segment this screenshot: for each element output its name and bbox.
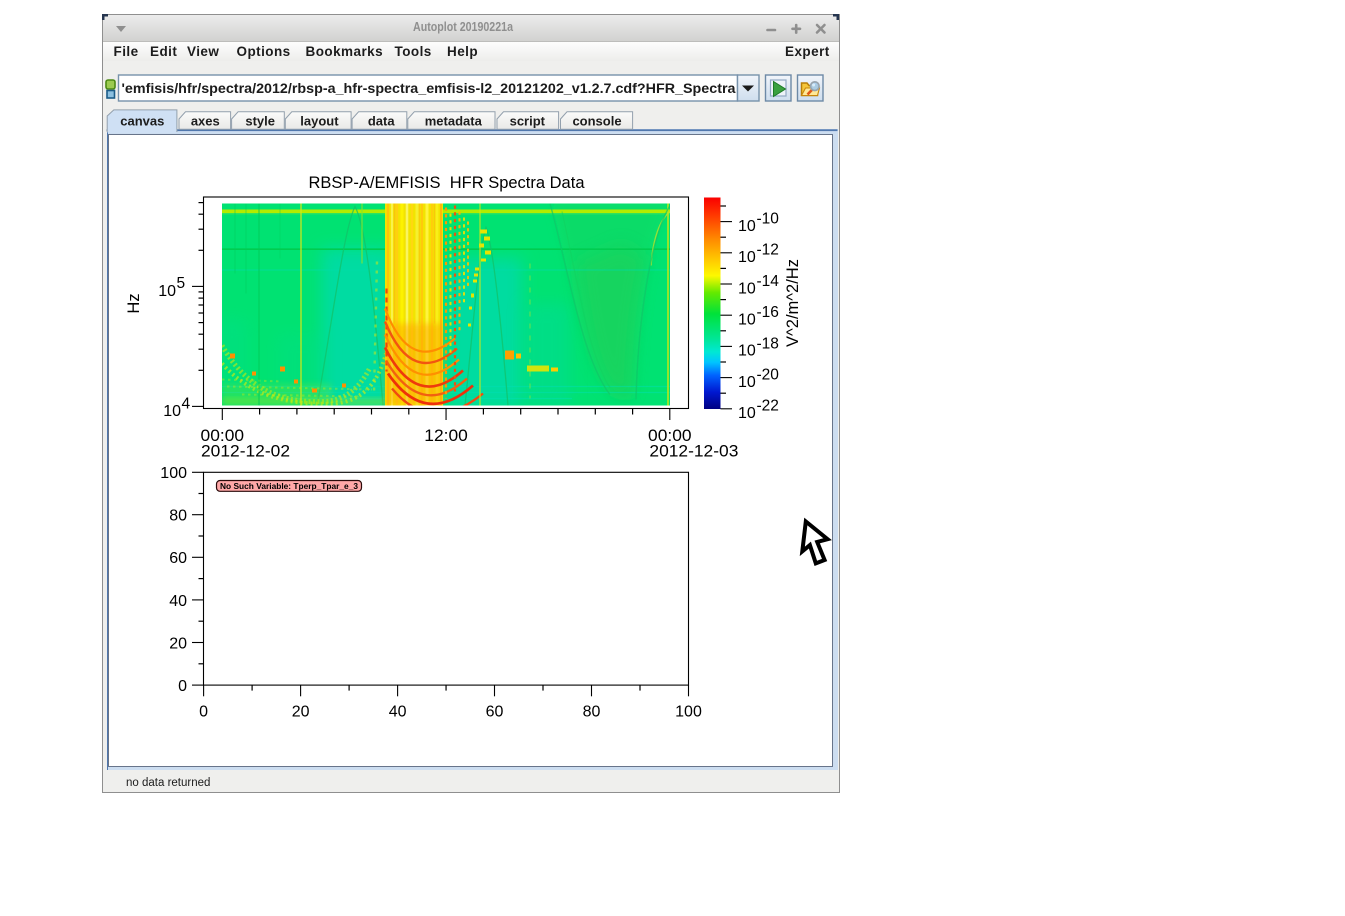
svg-text:5: 5 — [177, 275, 186, 292]
svg-text:-14: -14 — [757, 273, 780, 290]
svg-text:style: style — [245, 114, 275, 129]
svg-text:Hz: Hz — [125, 293, 143, 313]
svg-text:0: 0 — [199, 704, 208, 721]
svg-text:80: 80 — [583, 704, 601, 721]
svg-text:10: 10 — [738, 343, 756, 360]
svg-text:No Such Variable: Tperp_Tpar_e: No Such Variable: Tperp_Tpar_e_3 — [220, 481, 358, 491]
svg-text:-10: -10 — [757, 211, 780, 228]
svg-text:10: 10 — [158, 283, 176, 300]
svg-text:-12: -12 — [757, 242, 779, 259]
svg-text:script: script — [510, 114, 546, 129]
svg-text:2012-12-03: 2012-12-03 — [649, 442, 738, 461]
svg-text:10: 10 — [738, 405, 756, 422]
svg-text:Autoplot 20190221a: Autoplot 20190221a — [413, 20, 514, 34]
svg-text:layout: layout — [300, 114, 339, 129]
svg-text:'emfisis/hfr/spectra/2012/rbsp: 'emfisis/hfr/spectra/2012/rbsp-a_hfr-spe… — [122, 81, 737, 96]
svg-text:10: 10 — [738, 249, 756, 266]
svg-text:100: 100 — [675, 704, 702, 721]
svg-text:20: 20 — [292, 704, 310, 721]
svg-text:10: 10 — [738, 374, 756, 391]
svg-text:console: console — [572, 114, 621, 129]
svg-text:-18: -18 — [757, 335, 779, 352]
svg-text:RBSP-A/EMFISIS HFR Spectra Da: RBSP-A/EMFISIS HFR Spectra Data — [309, 173, 586, 192]
svg-text:4: 4 — [182, 396, 191, 413]
svg-text:metadata: metadata — [425, 114, 483, 129]
svg-text:axes: axes — [191, 114, 220, 129]
svg-text:10: 10 — [738, 312, 756, 329]
svg-text:100: 100 — [160, 465, 187, 482]
svg-text:60: 60 — [169, 550, 187, 567]
svg-text:2012-12-02: 2012-12-02 — [201, 442, 290, 461]
svg-text:V^2/m^2/Hz: V^2/m^2/Hz — [784, 259, 802, 347]
svg-text:0: 0 — [178, 678, 187, 695]
svg-text:10: 10 — [738, 280, 756, 297]
svg-text:40: 40 — [389, 704, 407, 721]
svg-text:20: 20 — [169, 635, 187, 652]
svg-text:-22: -22 — [757, 398, 779, 415]
svg-text:40: 40 — [169, 593, 187, 610]
svg-text:10: 10 — [738, 218, 756, 235]
svg-text:60: 60 — [486, 704, 504, 721]
svg-text:data: data — [368, 114, 396, 129]
svg-text:12:00: 12:00 — [424, 426, 468, 445]
svg-text:80: 80 — [169, 508, 187, 525]
svg-text:canvas: canvas — [120, 114, 164, 129]
svg-text:-16: -16 — [757, 304, 779, 321]
svg-text:10: 10 — [163, 403, 181, 420]
svg-text:-20: -20 — [757, 367, 780, 384]
